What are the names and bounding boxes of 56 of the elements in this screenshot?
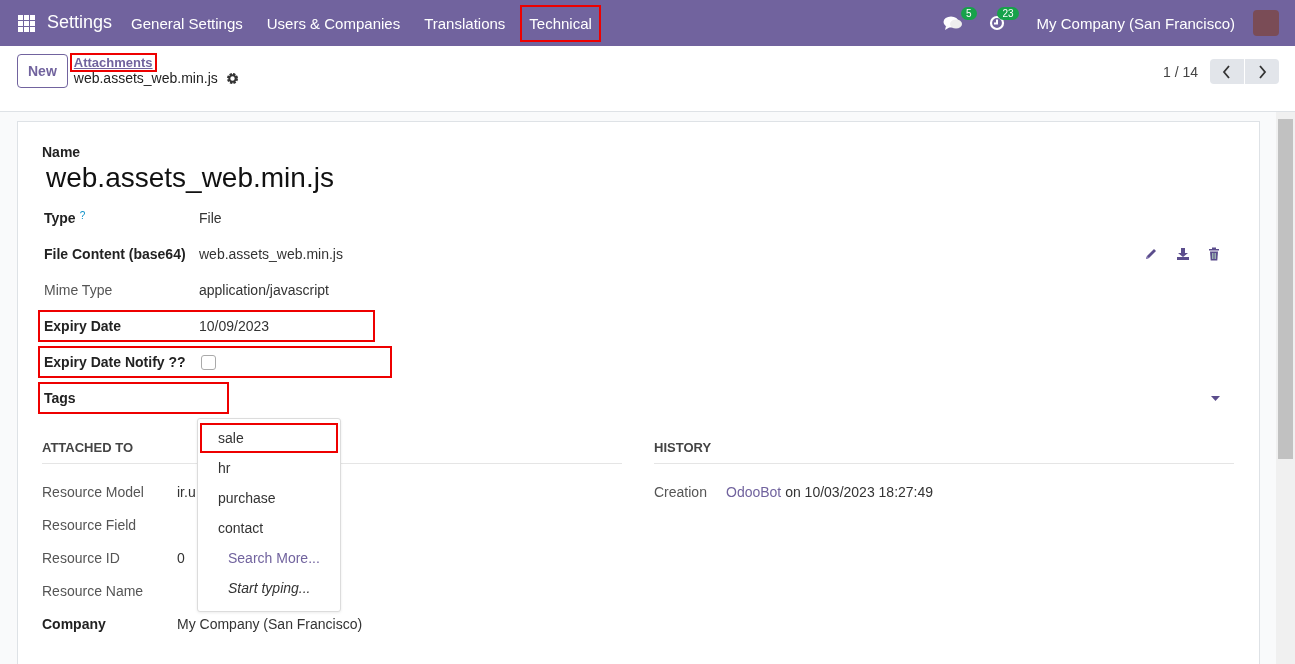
company-switcher[interactable]: My Company (San Francisco) [1036,14,1235,32]
gear-icon[interactable] [225,71,239,85]
field-label: Mime Type [44,282,113,298]
caret-down-icon[interactable] [1211,395,1220,401]
help-tooltip[interactable]: ? [79,210,86,221]
field-label: Company [42,616,107,632]
author-link[interactable]: OdooBot [726,484,782,500]
trash-icon[interactable] [1208,247,1220,261]
chevron-left-icon [1222,64,1232,79]
field-value: 10/09/2023 [199,318,271,334]
breadcrumb-link[interactable]: Attachments [69,53,157,72]
new-button[interactable]: New [17,54,68,88]
pencil-icon[interactable] [1144,247,1158,261]
field-label: Creation [654,484,708,500]
pager-value: 1 / 14 [1162,63,1198,80]
hint-text: Start typing... [227,579,312,598]
download-icon[interactable] [1176,247,1190,261]
menu-item[interactable]: Users & Companies [257,4,410,42]
record-title: web.assets_web.min.js [46,162,335,194]
field-value: on 10/03/2023 18:27:49 [784,484,934,500]
field-value: File [199,210,223,226]
scrollbar[interactable] [1276,112,1295,664]
field-label: File Content (base64) [44,246,186,262]
field-label: Resource ID [42,550,121,566]
field-value: application/javascript [199,282,330,298]
field-value: ir.u [177,484,196,500]
checkbox[interactable] [201,354,216,370]
menu-item[interactable]: Technical [520,4,601,42]
field-label: Expiry Date Notify ?? [44,354,186,370]
field-label: Tags [44,390,76,406]
scrollbar-thumb[interactable] [1278,119,1293,459]
field-value: My Company (San Francisco) [177,616,363,632]
chevron-right-icon [1257,64,1267,79]
field-value: 0 [177,550,185,566]
menu-item[interactable]: Translations [415,4,515,42]
field-label: Type [44,210,76,226]
chat-icon[interactable] [942,15,963,31]
menu-item[interactable]: General Settings [122,4,252,42]
app-title[interactable]: Settings [47,12,113,34]
message-count-badge: 5 [961,7,977,20]
section-title: HISTORY [654,440,1234,464]
field-label: Resource Name [42,583,145,599]
field-label: Resource Model [42,484,145,500]
record-name: web.assets_web.min.js [73,70,218,86]
field-label: Resource Field [42,517,138,533]
file-name: web.assets_web.min.js [199,246,344,262]
activity-count-badge: 23 [997,7,1019,20]
search-more-link[interactable]: Search More... [200,543,338,573]
apps-menu-icon[interactable] [18,14,35,32]
dropdown-option[interactable]: contact [200,513,338,543]
field-label: Name [42,144,82,160]
field-label: Expiry Date [44,318,122,334]
next-button[interactable] [1245,59,1279,84]
dropdown-option[interactable]: purchase [200,483,338,513]
previous-button[interactable] [1210,59,1244,84]
clock-icon[interactable] [988,15,1005,31]
